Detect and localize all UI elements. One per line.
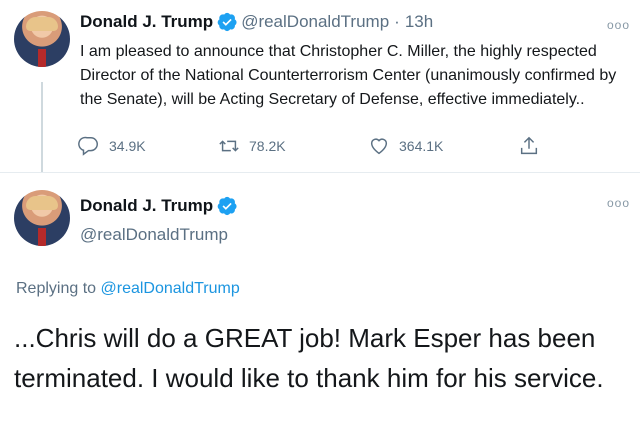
heart-icon <box>370 138 388 155</box>
tweet-actions: 34.9K 78.2K 364.1K <box>78 135 558 165</box>
avatar[interactable] <box>14 11 70 67</box>
retweet-count: 78.2K <box>249 138 286 154</box>
more-options-icon[interactable]: ooo <box>607 18 630 32</box>
thread-connector-line <box>41 82 43 172</box>
replying-to-label: Replying to <box>16 280 101 297</box>
retweet-button[interactable]: 78.2K <box>218 135 286 157</box>
like-count: 364.1K <box>399 138 444 154</box>
display-name[interactable]: Donald J. Trump <box>80 196 213 216</box>
tweet-text-large: ...Chris will do a GREAT job! Mark Esper… <box>14 323 604 393</box>
user-handle[interactable]: @realDonaldTrump <box>241 12 389 32</box>
replying-to-link[interactable]: @realDonaldTrump <box>101 280 240 297</box>
tweet-parent[interactable]: Donald J. Trump @realDonaldTrump · 13h o… <box>0 0 640 173</box>
reply-count: 34.9K <box>109 138 146 154</box>
share-icon <box>520 136 538 155</box>
retweet-icon <box>219 140 239 152</box>
like-button[interactable]: 364.1K <box>368 135 443 157</box>
tweet-header: Donald J. Trump @realDonaldTrump · 13h <box>80 12 433 32</box>
timestamp[interactable]: 13h <box>405 12 433 32</box>
tweet-text: I am pleased to announce that Christophe… <box>80 43 617 108</box>
separator-dot: · <box>394 12 400 31</box>
user-handle[interactable]: @realDonaldTrump <box>80 225 228 245</box>
replying-to: Replying to @realDonaldTrump <box>16 280 240 298</box>
display-name[interactable]: Donald J. Trump <box>80 12 213 32</box>
tweet-header: Donald J. Trump <box>80 196 237 216</box>
more-options-icon[interactable]: ooo <box>607 196 630 210</box>
verified-badge-icon <box>217 196 237 216</box>
avatar[interactable] <box>14 190 70 246</box>
verified-badge-icon <box>217 12 237 32</box>
share-button[interactable] <box>518 135 549 157</box>
reply-icon <box>78 136 98 156</box>
reply-button[interactable]: 34.9K <box>78 135 146 157</box>
